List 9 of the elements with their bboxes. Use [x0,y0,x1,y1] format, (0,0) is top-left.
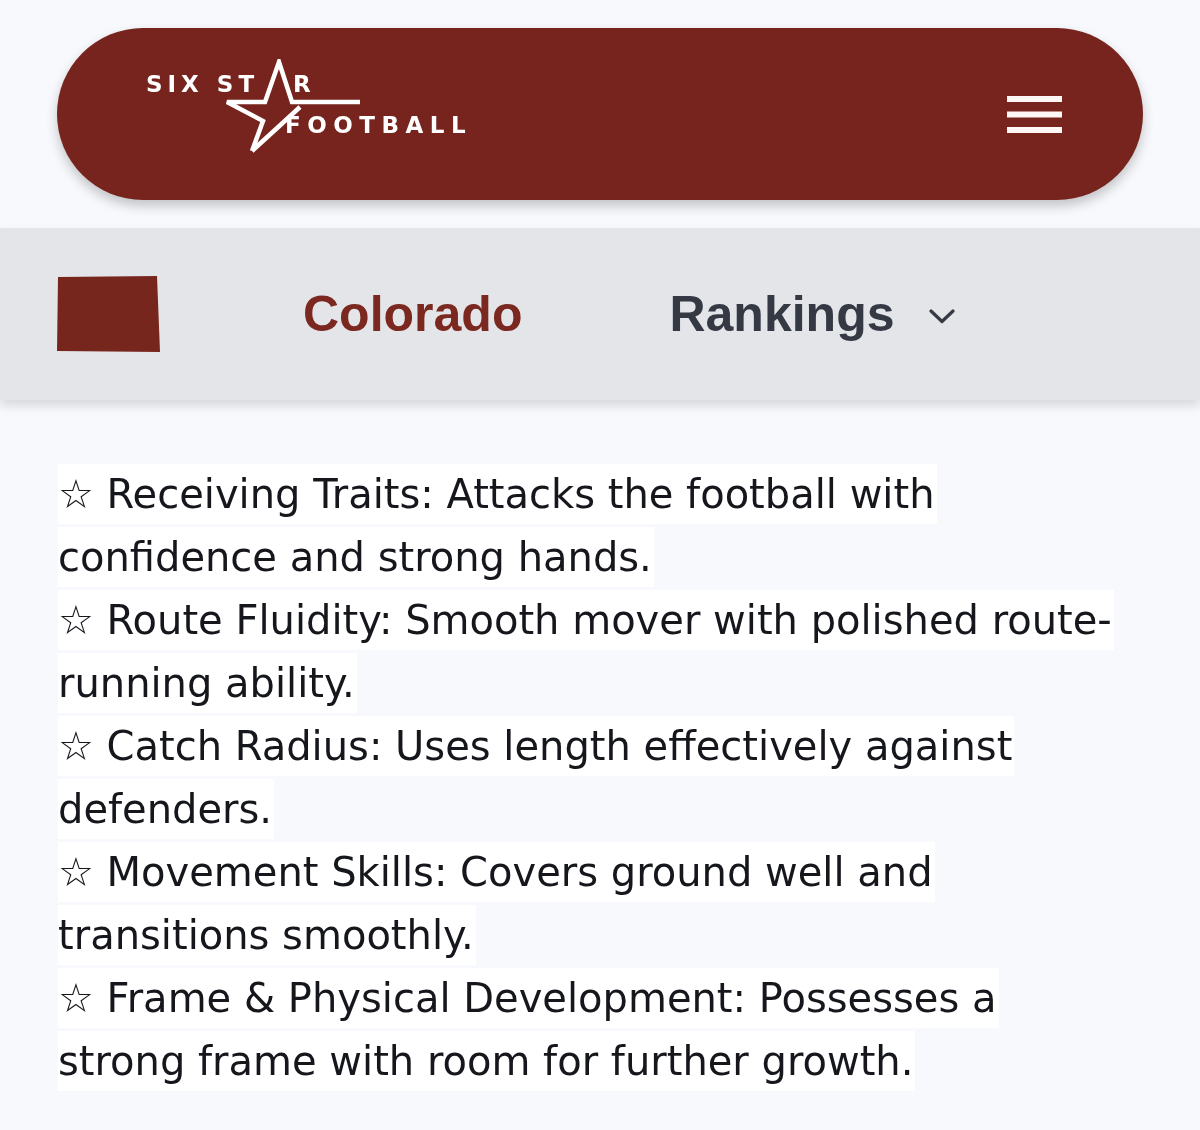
state-shape-icon [57,275,160,353]
state-link[interactable]: Colorado [303,285,523,343]
rankings-dropdown[interactable]: Rankings [669,285,955,343]
logo-text: R [293,73,316,96]
logo-text: SIX ST [146,73,260,96]
menu-button[interactable] [1007,95,1062,133]
menu-icon [1007,95,1062,133]
chevron-down-icon [928,308,955,324]
logo-text: FOOTBALL [285,114,473,137]
